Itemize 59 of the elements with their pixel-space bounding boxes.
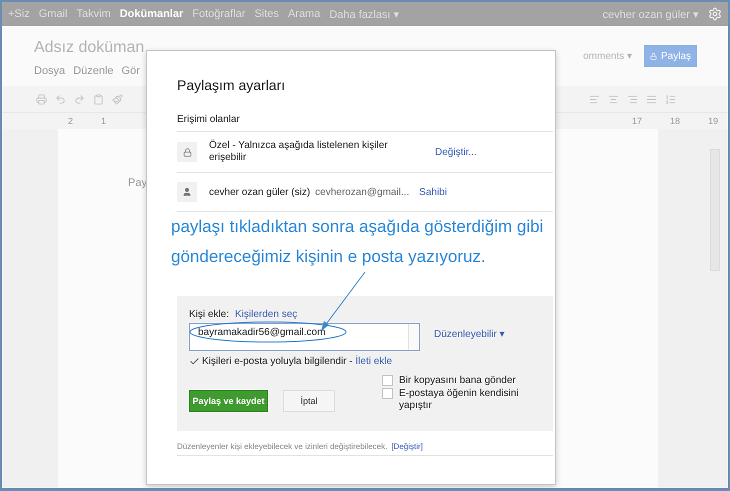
email-input-field[interactable]: bayramakadir56@gmail.com bbox=[189, 323, 420, 351]
menu-item[interactable]: Dosya bbox=[34, 65, 66, 77]
person-icon bbox=[177, 182, 197, 202]
comments-menu[interactable]: omments ▾ bbox=[579, 45, 636, 67]
print-icon[interactable] bbox=[36, 94, 47, 104]
nav-link[interactable]: Takvim bbox=[76, 8, 111, 20]
notify-label: Kişileri e-posta yoluyla bilgilendir - İleti ekle bbox=[202, 356, 392, 367]
footer-change-link[interactable]: [Değiştir] bbox=[391, 442, 423, 451]
section-title: Erişimi olanlar bbox=[177, 114, 553, 132]
menu-item[interactable]: Düzenle bbox=[73, 65, 114, 77]
nav-link[interactable]: +Siz bbox=[8, 8, 30, 20]
clipboard-icon[interactable] bbox=[93, 94, 104, 104]
body-text: Pay bbox=[128, 177, 147, 189]
change-link[interactable]: Değiştir... bbox=[435, 146, 477, 158]
notify-checkbox[interactable] bbox=[189, 356, 200, 367]
nav-link[interactable]: Sites bbox=[254, 8, 279, 20]
align-center-icon[interactable] bbox=[608, 94, 619, 104]
align-right-icon[interactable] bbox=[627, 94, 638, 104]
dialog-title: Paylaşım ayarları bbox=[177, 77, 286, 93]
align-left-icon[interactable] bbox=[589, 94, 600, 104]
ruler-number: 18 bbox=[670, 116, 680, 126]
ruler-number: 2 bbox=[68, 116, 74, 126]
footer-text: Düzenleyenler kişi ekleyebilecek ve izinleri değiştirebilecek. bbox=[177, 442, 388, 451]
person-email: cevherozan@gmail... bbox=[315, 186, 408, 198]
nav-link[interactable]: Gmail bbox=[38, 8, 68, 20]
option-checkbox[interactable] bbox=[382, 388, 393, 399]
choose-contacts-link[interactable]: Kişilerden seç bbox=[235, 309, 298, 320]
line-spacing-icon[interactable] bbox=[665, 94, 676, 104]
share-save-button[interactable]: Paylaş ve kaydet bbox=[189, 390, 268, 412]
lock-icon bbox=[177, 142, 197, 162]
add-people-label: Kişi ekle: bbox=[189, 309, 230, 320]
document-title: Adsız doküman bbox=[34, 39, 144, 57]
permission-dropdown[interactable]: Düzenleyebilir ▾ bbox=[434, 328, 505, 340]
option-label: E-postaya öğenin kendisini yapıştır bbox=[399, 388, 520, 412]
nav-link[interactable]: Fotoğraflar bbox=[192, 8, 246, 20]
option-checkbox[interactable] bbox=[382, 375, 393, 386]
paint-format-icon[interactable] bbox=[112, 94, 123, 104]
owner-role[interactable]: Sahibi bbox=[419, 186, 447, 198]
share-button[interactable]: Paylaş bbox=[644, 45, 697, 67]
settings-icon[interactable] bbox=[708, 7, 722, 21]
annotation-text: paylaşı tıkladıktan sonra aşağıda gösterdiğim gibi bbox=[171, 216, 544, 238]
option-label: Bir kopyasını bana gönder bbox=[399, 375, 516, 387]
menu-item[interactable]: Gör bbox=[122, 65, 140, 77]
nav-link[interactable]: Arama bbox=[288, 8, 320, 20]
person-name: cevher ozan güler (siz) bbox=[209, 186, 310, 198]
cancel-button[interactable]: İptal bbox=[283, 390, 335, 412]
add-message-link[interactable]: İleti ekle bbox=[355, 356, 392, 367]
annotation-text: göndereceğimiz kişinin e posta yazıyoruz. bbox=[171, 246, 487, 268]
undo-icon[interactable] bbox=[55, 94, 66, 104]
ruler-number: 1 bbox=[101, 116, 106, 126]
ruler-number: 17 bbox=[632, 116, 642, 126]
redo-icon[interactable] bbox=[74, 94, 85, 104]
user-menu[interactable]: cevher ozan güler ▾ bbox=[602, 8, 699, 20]
nav-link[interactable]: Dokümanlar bbox=[120, 8, 184, 20]
access-description: Özel - Yalnızca aşağıda listelenen kişiler erişebilir bbox=[209, 140, 389, 164]
align-justify-icon[interactable] bbox=[646, 94, 657, 104]
ruler-number: 19 bbox=[708, 116, 718, 126]
lock-icon bbox=[650, 52, 657, 60]
nav-link[interactable]: Daha fazlası ▾ bbox=[329, 8, 400, 20]
